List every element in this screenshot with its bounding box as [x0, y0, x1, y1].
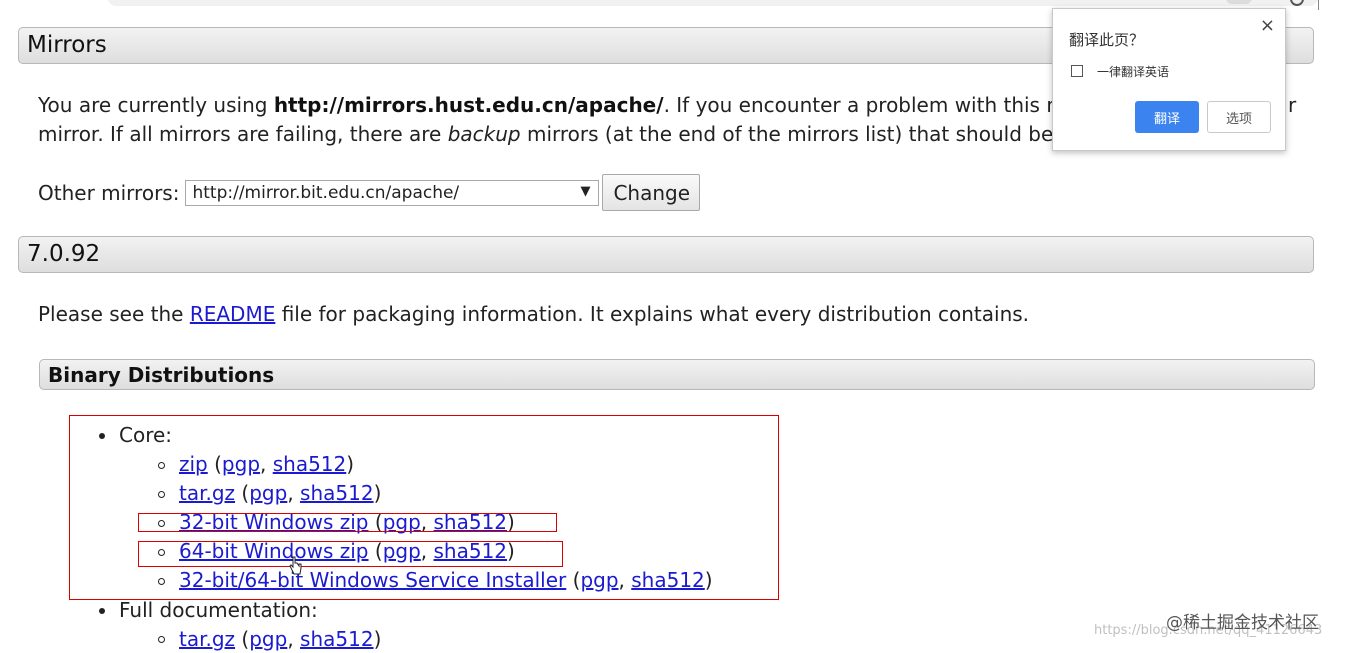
- address-bar[interactable]: [108, 0, 1318, 6]
- core-label: Core:: [119, 423, 173, 447]
- binary-distributions-heading: Binary Distributions: [39, 359, 1315, 390]
- sha512-link[interactable]: sha512: [434, 510, 508, 534]
- download-link[interactable]: zip: [179, 452, 208, 476]
- current-mirror-url: http://mirrors.hust.edu.cn/apache/: [273, 93, 664, 117]
- download-link[interactable]: tar.gz: [179, 627, 235, 651]
- sha512-link[interactable]: sha512: [631, 568, 705, 592]
- other-mirrors-row: Other mirrors: http://mirror.bit.edu.cn/…: [38, 174, 701, 211]
- translate-popup: 翻译此页？ × 一律翻译英语 翻译 选项: [1052, 8, 1286, 151]
- sha512-link[interactable]: sha512: [300, 481, 374, 505]
- always-translate-checkbox[interactable]: [1071, 65, 1083, 77]
- sha512-link[interactable]: sha512: [434, 539, 508, 563]
- change-mirror-button[interactable]: Change: [602, 174, 701, 211]
- version-heading: 7.0.92: [18, 236, 1314, 273]
- watermark-logo: @稀土掘金技术社区: [1166, 613, 1319, 633]
- pgp-link[interactable]: pgp: [383, 539, 421, 563]
- always-translate-label: 一律翻译英语: [1097, 65, 1170, 79]
- download-link[interactable]: tar.gz: [179, 481, 235, 505]
- circle-bullet-icon: [158, 491, 165, 498]
- pgp-link[interactable]: pgp: [222, 452, 260, 476]
- sha512-link[interactable]: sha512: [300, 627, 374, 651]
- list-item-core-win32: 32-bit Windows zip (pgp, sha512): [179, 510, 515, 534]
- bullet-icon: [99, 433, 105, 439]
- readme-link[interactable]: README: [190, 302, 276, 326]
- hand-cursor-icon: [289, 556, 302, 575]
- toolbar-button[interactable]: [1226, 0, 1252, 4]
- translate-popup-title: 翻译此页？: [1069, 31, 1145, 49]
- mirror-select-value: http://mirror.bit.edu.cn/apache/: [192, 182, 460, 203]
- bullet-icon: [99, 608, 105, 614]
- list-item-core-zip: zip (pgp, sha512): [179, 452, 355, 476]
- list-item-core-win64: 64-bit Windows zip (pgp, sha512): [179, 539, 515, 563]
- options-button[interactable]: 选项: [1207, 101, 1271, 133]
- download-link[interactable]: 32-bit Windows zip: [179, 510, 369, 534]
- readme-paragraph: Please see the README file for packaging…: [38, 302, 1030, 326]
- pgp-link[interactable]: pgp: [383, 510, 421, 534]
- browser-top-strip: [0, 0, 1345, 10]
- full-documentation-label: Full documentation:: [119, 598, 318, 622]
- circle-bullet-icon: [158, 636, 165, 643]
- intro-tail-fragment: r: [1288, 93, 1297, 117]
- circle-bullet-icon: [158, 549, 165, 556]
- download-link[interactable]: 64-bit Windows zip: [179, 539, 369, 563]
- download-link[interactable]: 32-bit/64-bit Windows Service Installer: [179, 568, 566, 592]
- other-mirrors-label: Other mirrors:: [38, 180, 180, 205]
- list-item-core-targz: tar.gz (pgp, sha512): [179, 481, 382, 505]
- pgp-link[interactable]: pgp: [580, 568, 618, 592]
- scrollbar-edge: [1318, 0, 1319, 10]
- circle-bullet-icon: [158, 578, 165, 585]
- pgp-link[interactable]: pgp: [249, 627, 287, 651]
- translate-button[interactable]: 翻译: [1135, 101, 1199, 133]
- chevron-down-icon: ▼: [580, 183, 591, 199]
- sha512-link[interactable]: sha512: [273, 452, 347, 476]
- pgp-link[interactable]: pgp: [249, 481, 287, 505]
- list-item-core-installer: 32-bit/64-bit Windows Service Installer …: [179, 568, 713, 592]
- circle-bullet-icon: [158, 462, 165, 469]
- circle-bullet-icon: [158, 520, 165, 527]
- mirror-select[interactable]: http://mirror.bit.edu.cn/apache/ ▼: [185, 179, 600, 206]
- close-icon[interactable]: ×: [1260, 15, 1275, 36]
